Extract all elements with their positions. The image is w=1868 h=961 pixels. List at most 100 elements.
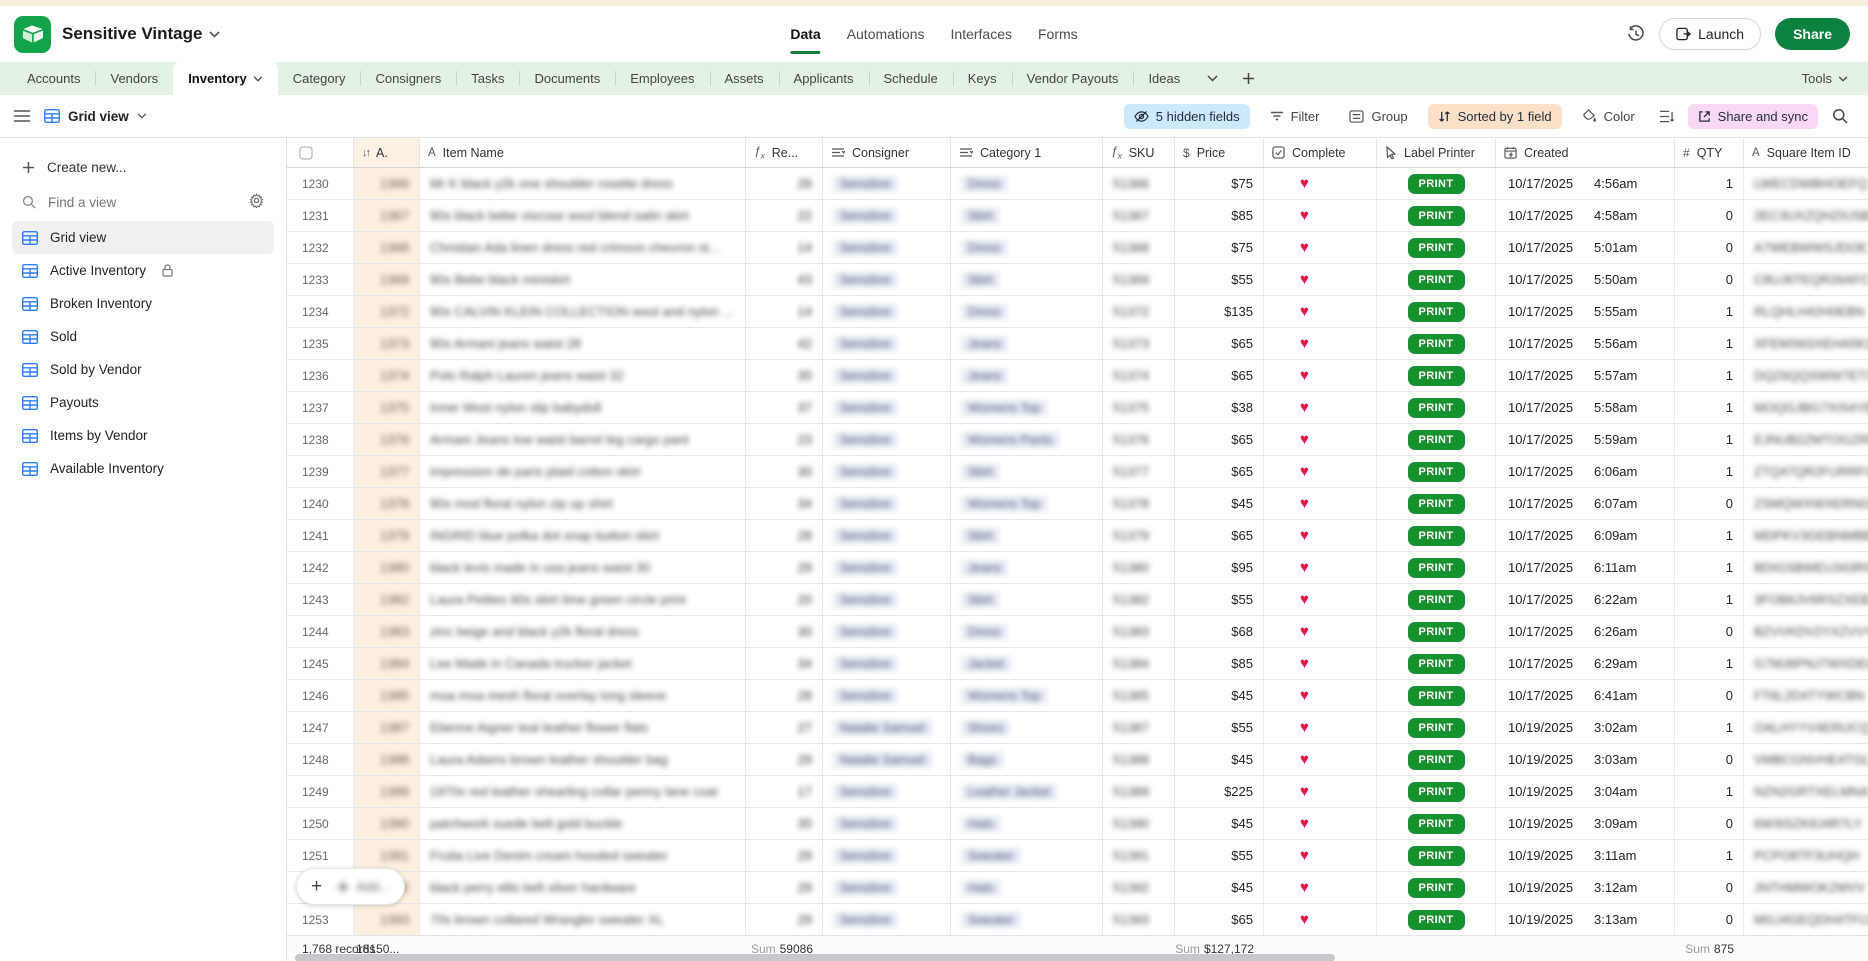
cell-a-number[interactable]: 1369 — [354, 264, 420, 295]
cell-a-number[interactable]: 1387 — [354, 712, 420, 743]
cell-price[interactable]: $38 — [1175, 392, 1264, 423]
row-number[interactable]: 1241 — [287, 520, 354, 551]
cell-item-name[interactable]: moa moa mesh floral overlay long sleeve — [420, 680, 746, 711]
cell-square-item-id[interactable]: G7MJ6PNJ7WXDEL — [1744, 648, 1868, 679]
row-number[interactable]: 1250 — [287, 808, 354, 839]
row-number[interactable]: 1233 — [287, 264, 354, 295]
cell-consigner[interactable]: Sensitive — [823, 360, 951, 391]
cell-a-number[interactable]: 1382 — [354, 584, 420, 615]
cell-created[interactable]: 10/17/20256:07am — [1496, 488, 1675, 519]
cell-qty[interactable]: 0 — [1675, 744, 1744, 775]
cell-item-name[interactable]: patchwork suede belt gold buckle — [420, 808, 746, 839]
cell-category[interactable]: Bags — [951, 744, 1103, 775]
cell-price[interactable]: $65 — [1175, 456, 1264, 487]
print-button[interactable]: PRINT — [1408, 814, 1465, 834]
cell-price[interactable]: $65 — [1175, 424, 1264, 455]
column-header-item-name[interactable]: AItem Name — [420, 138, 746, 167]
cell-category[interactable]: Skirt — [951, 264, 1103, 295]
cell-a-number[interactable]: 1384 — [354, 648, 420, 679]
cell-re[interactable]: 29 — [746, 872, 823, 903]
cell-re[interactable]: 29 — [746, 744, 823, 775]
cell-item-name[interactable]: black perry ellis belt silver hardware — [420, 872, 746, 903]
table-tab-vendor-payouts[interactable]: Vendor Payouts — [1012, 62, 1134, 95]
heart-icon[interactable]: ♥ — [1300, 687, 1309, 704]
cell-a-number[interactable]: 1383 — [354, 616, 420, 647]
cell-item-name[interactable]: Laura Adams brown leather shoulder bag — [420, 744, 746, 775]
cell-item-name[interactable]: impression de paris plaid cotton skirt — [420, 456, 746, 487]
cell-square-item-id[interactable]: ZSMQWXWXERNGC — [1744, 488, 1868, 519]
cell-price[interactable]: $45 — [1175, 680, 1264, 711]
row-number[interactable]: 1242 — [287, 552, 354, 583]
cell-square-item-id[interactable]: 2EC3UXZQHZIUSB — [1744, 200, 1868, 231]
cell-created[interactable]: 10/19/20253:12am — [1496, 872, 1675, 903]
table-tab-tasks[interactable]: Tasks — [456, 62, 519, 95]
cell-created[interactable]: 10/19/20253:03am — [1496, 744, 1675, 775]
column-header-category-1[interactable]: Category 1 — [951, 138, 1103, 167]
cell-qty[interactable]: 1 — [1675, 360, 1744, 391]
cell-sku[interactable]: 51391 — [1103, 840, 1175, 871]
cell-created[interactable]: 10/19/20253:02am — [1496, 712, 1675, 743]
share-button[interactable]: Share — [1775, 18, 1850, 50]
row-number[interactable]: 1246 — [287, 680, 354, 711]
cell-price[interactable]: $75 — [1175, 232, 1264, 263]
heart-icon[interactable]: ♥ — [1300, 303, 1309, 320]
cell-a-number[interactable]: 1376 — [354, 424, 420, 455]
heart-icon[interactable]: ♥ — [1300, 463, 1309, 480]
cell-re[interactable]: 37 — [746, 392, 823, 423]
cell-sku[interactable]: 51385 — [1103, 680, 1175, 711]
cell-category[interactable]: Jeans — [951, 328, 1103, 359]
heart-icon[interactable]: ♥ — [1300, 431, 1309, 448]
cell-consigner[interactable]: Sensitive — [823, 328, 951, 359]
cell-consigner[interactable]: Sensitive — [823, 584, 951, 615]
cell-created[interactable]: 10/17/20254:56am — [1496, 168, 1675, 199]
more-tables-chevron-icon[interactable] — [1195, 62, 1230, 95]
cell-a-number[interactable]: 1380 — [354, 552, 420, 583]
search-icon[interactable] — [1828, 108, 1852, 124]
table-tab-applicants[interactable]: Applicants — [779, 62, 869, 95]
cell-complete[interactable]: ♥ — [1264, 456, 1377, 487]
top-nav-forms[interactable]: Forms — [1038, 6, 1078, 62]
cell-qty[interactable]: 0 — [1675, 488, 1744, 519]
cell-square-item-id[interactable]: XFEMS6SXEHA5K3 — [1744, 328, 1868, 359]
row-number[interactable]: 1234 — [287, 296, 354, 327]
row-number[interactable]: 1240 — [287, 488, 354, 519]
cell-consigner[interactable]: Sensitive — [823, 648, 951, 679]
color-button[interactable]: Color — [1572, 104, 1645, 129]
cell-price[interactable]: $85 — [1175, 200, 1264, 231]
cell-qty[interactable]: 1 — [1675, 424, 1744, 455]
cell-square-item-id[interactable]: PCPO8TF3UHQH — [1744, 840, 1868, 871]
column-header-row-select[interactable] — [287, 138, 354, 167]
share-and-sync-button[interactable]: Share and sync — [1688, 104, 1818, 129]
heart-icon[interactable]: ♥ — [1300, 207, 1309, 224]
cell-item-name[interactable]: Christian Ada linen dress red crimson ch… — [420, 232, 746, 263]
cell-square-item-id[interactable]: 6W3ISZK8J4R7LY — [1744, 808, 1868, 839]
cell-price[interactable]: $225 — [1175, 776, 1264, 807]
cell-re[interactable]: 35 — [746, 360, 823, 391]
cell-re[interactable]: 34 — [746, 648, 823, 679]
print-button[interactable]: PRINT — [1408, 910, 1465, 930]
cell-qty[interactable]: 0 — [1675, 904, 1744, 935]
print-button[interactable]: PRINT — [1408, 878, 1465, 898]
cell-item-name[interactable]: Laura Petites 90s skirt lime green circl… — [420, 584, 746, 615]
print-button[interactable]: PRINT — [1408, 174, 1465, 194]
cell-a-number[interactable]: 1379 — [354, 520, 420, 551]
cell-price[interactable]: $55 — [1175, 840, 1264, 871]
cell-created[interactable]: 10/17/20255:50am — [1496, 264, 1675, 295]
cell-complete[interactable]: ♥ — [1264, 776, 1377, 807]
cell-category[interactable]: Womens Pants — [951, 424, 1103, 455]
base-logo[interactable] — [14, 16, 51, 53]
heart-icon[interactable]: ♥ — [1300, 719, 1309, 736]
cell-item-name[interactable]: Polo Ralph Lauren jeans waist 32 — [420, 360, 746, 391]
cell-square-item-id[interactable]: MGJ4GEQDH4TFIJ — [1744, 904, 1868, 935]
column-header-label-printer[interactable]: Label Printer — [1377, 138, 1496, 167]
cell-consigner[interactable]: Natalie Samuel — [823, 744, 951, 775]
row-number[interactable]: 1253 — [287, 904, 354, 935]
cell-category[interactable]: Skirt — [951, 456, 1103, 487]
cell-square-item-id[interactable]: BZVVKDV2YXZVVY — [1744, 616, 1868, 647]
cell-category[interactable]: Shoes — [951, 712, 1103, 743]
print-button[interactable]: PRINT — [1408, 206, 1465, 226]
top-nav-interfaces[interactable]: Interfaces — [951, 6, 1012, 62]
cell-a-number[interactable]: 1373 — [354, 328, 420, 359]
views-sidebar-toggle-icon[interactable] — [14, 110, 30, 122]
cell-qty[interactable]: 0 — [1675, 872, 1744, 903]
